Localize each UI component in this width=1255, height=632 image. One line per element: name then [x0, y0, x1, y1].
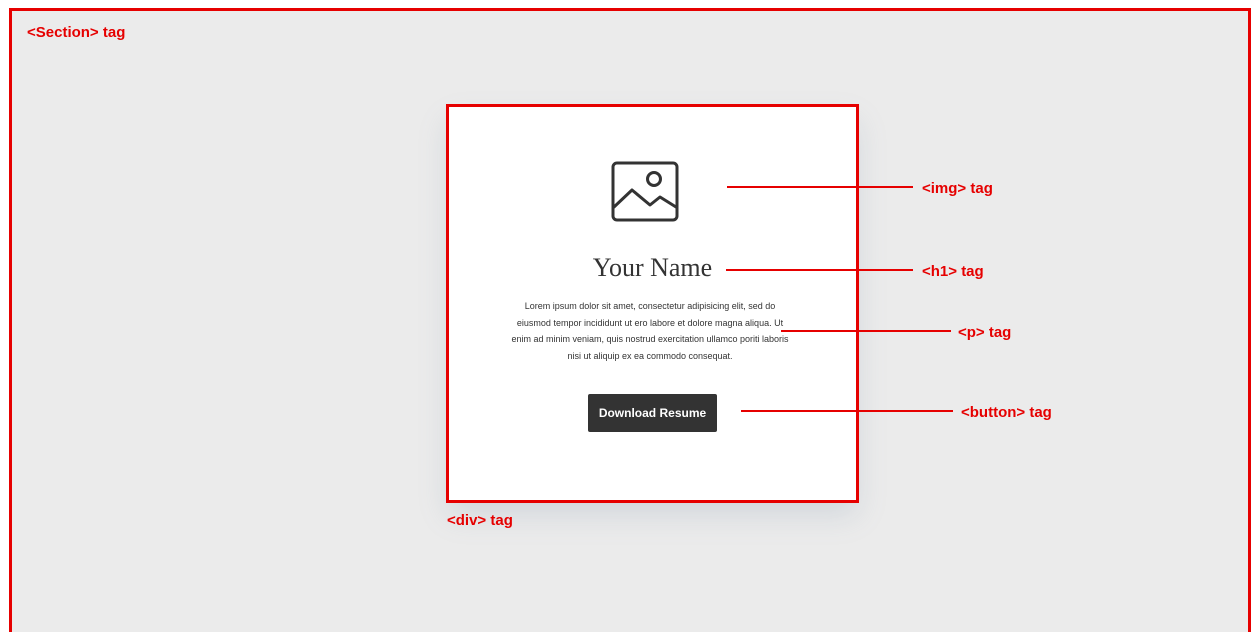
image-placeholder-icon	[611, 161, 679, 222]
p-tag-label: <p> tag	[958, 324, 1012, 341]
download-resume-button[interactable]: Download Resume	[588, 394, 717, 432]
h1-tag-label: <h1> tag	[922, 263, 984, 280]
button-tag-label: <button> tag	[961, 404, 1052, 421]
card-paragraph: Lorem ipsum dolor sit amet, consectetur …	[511, 301, 789, 361]
section-tag-label: <Section> tag	[27, 24, 126, 41]
img-tag-label: <img> tag	[922, 180, 993, 197]
card-title: Your Name	[592, 253, 713, 282]
button-pointer-line	[741, 410, 953, 412]
div-tag-label: <div> tag	[447, 512, 513, 529]
p-pointer-line	[781, 330, 951, 332]
h1-pointer-line	[726, 269, 913, 271]
img-pointer-line	[727, 186, 913, 188]
